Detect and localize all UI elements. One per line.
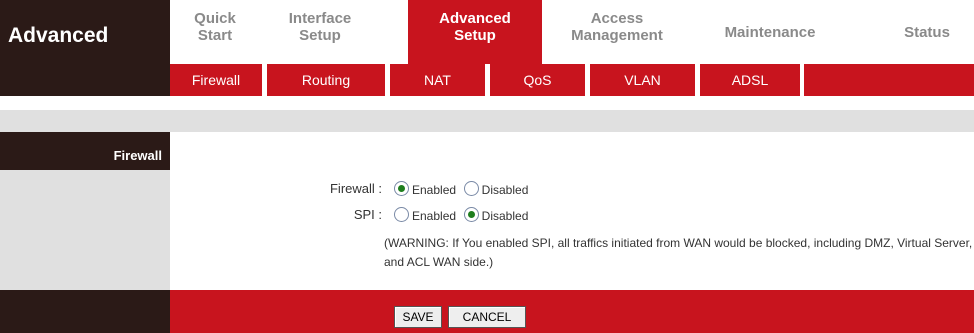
tab-advanced-setup[interactable]: Advanced Setup — [408, 0, 542, 64]
section-header: Firewall — [0, 132, 170, 170]
firewall-options: Enabled Disabled — [394, 181, 532, 197]
tab-maintenance-label: Maintenance — [724, 24, 816, 41]
firewall-label: Firewall : — [329, 181, 382, 196]
subtab-firewall[interactable]: Firewall — [170, 64, 262, 96]
spi-disabled-label: Disabled — [481, 209, 529, 223]
tab-status[interactable]: Status — [880, 0, 974, 64]
tab-maintenance[interactable]: Maintenance — [700, 0, 840, 64]
tab-quick-start-label: Quick Start — [194, 10, 236, 44]
tab-interface-setup-label: Interface Setup — [288, 10, 352, 44]
firewall-enabled-label: Enabled — [412, 183, 457, 197]
sub-nav: Firewall Routing NAT QoS VLAN ADSL — [170, 64, 974, 96]
cancel-button[interactable]: CANCEL — [448, 306, 526, 328]
section-sidebar — [0, 170, 170, 290]
tab-access-management-label: Access Management — [571, 10, 663, 44]
spi-disabled-radio[interactable] — [463, 207, 479, 222]
top-nav: Quick Start Interface Setup Advanced Setup … — [170, 0, 974, 64]
spacer-band — [0, 110, 974, 132]
subtab-routing[interactable]: Routing — [267, 64, 385, 96]
subnav-separator — [800, 64, 804, 96]
subtab-adsl[interactable]: ADSL — [700, 64, 800, 96]
tab-advanced-setup-label: Advanced Setup — [439, 10, 511, 44]
spi-enabled-radio[interactable] — [394, 207, 409, 222]
header-title-block: Advanced — [0, 0, 170, 96]
tab-status-label: Status — [904, 24, 950, 41]
tab-access-management[interactable]: Access Management — [542, 0, 692, 64]
subtab-qos[interactable]: QoS — [490, 64, 585, 96]
spi-label: SPI : — [353, 207, 382, 222]
spi-options: Enabled Disabled — [394, 207, 532, 223]
header: Advanced Quick Start Interface Setup Advan… — [0, 0, 974, 96]
firewall-disabled-label: Disabled — [481, 183, 529, 197]
footer-left-block — [0, 290, 170, 333]
page-title: Advanced — [8, 24, 109, 47]
spi-warning-text: (WARNING: If You enabled SPI, all traffi… — [384, 236, 973, 269]
save-button[interactable]: SAVE — [394, 306, 442, 328]
spi-enabled-label: Enabled — [412, 209, 457, 223]
firewall-enabled-radio[interactable] — [394, 181, 409, 196]
section-title: Firewall — [113, 148, 162, 163]
tab-interface-setup[interactable]: Interface Setup — [260, 0, 380, 64]
firewall-disabled-radio[interactable] — [463, 181, 479, 196]
tab-quick-start[interactable]: Quick Start — [170, 0, 260, 64]
subtab-nat[interactable]: NAT — [390, 64, 485, 96]
subtab-vlan[interactable]: VLAN — [590, 64, 695, 96]
